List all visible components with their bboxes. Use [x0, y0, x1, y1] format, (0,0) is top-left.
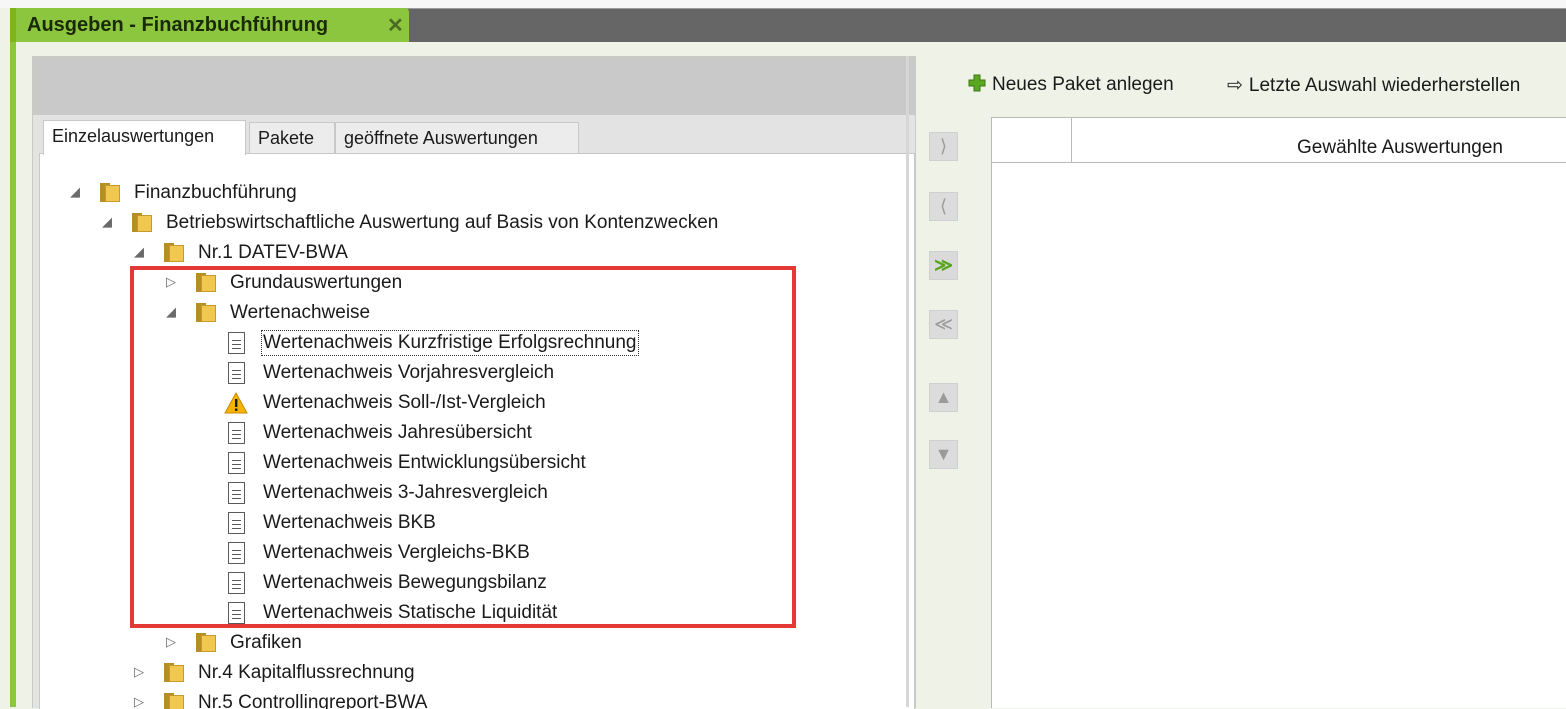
- plus-icon: [968, 74, 986, 96]
- folder-icon: [196, 303, 218, 323]
- arrow-right-icon: ⇨: [1227, 75, 1243, 96]
- tree-leaf-label: Wertenachweis Kurzfristige Erfolgsrechnu…: [261, 330, 639, 356]
- document-icon: [228, 362, 245, 384]
- triangle-up-icon: ▲: [934, 387, 953, 407]
- collapsed-arrow-icon[interactable]: ▷: [134, 665, 148, 679]
- add-all-button[interactable]: ≫: [929, 251, 958, 280]
- panel-splitter[interactable]: [906, 56, 909, 707]
- remove-all-button[interactable]: ≪: [929, 310, 958, 339]
- folder-icon: [196, 633, 218, 653]
- remove-selected-button[interactable]: ⟨: [929, 192, 958, 221]
- chevron-right-icon: ⟩: [939, 136, 948, 156]
- tree-node-label: Wertenachweise: [230, 302, 371, 323]
- tree-leaf-label: Wertenachweis Entwicklungsübersicht: [263, 452, 586, 473]
- tree-leaf-label: Wertenachweis Soll-/Ist-Vergleich: [263, 392, 546, 413]
- restore-selection-label: Letzte Auswahl wiederherstellen: [1248, 75, 1521, 96]
- new-package-label: Neues Paket anlegen: [992, 74, 1174, 95]
- document-icon: [228, 572, 245, 594]
- tree-node-label: Nr.5 Controllingreport-BWA: [198, 692, 428, 709]
- double-chevron-right-icon: ≫: [934, 255, 953, 275]
- folder-icon: [100, 183, 122, 203]
- new-package-button[interactable]: Neues Paket anlegen: [968, 74, 1174, 96]
- close-icon[interactable]: ✕: [387, 13, 404, 38]
- tree-leaf-label: Wertenachweis BKB: [263, 512, 436, 533]
- tree-leaf-label: Wertenachweis Bewegungsbilanz: [263, 572, 547, 593]
- tree-node-label: Grafiken: [230, 632, 302, 653]
- expanded-arrow-icon[interactable]: ◢: [102, 215, 116, 229]
- tree-node-label: Betriebswirtschaftliche Auswertung auf B…: [166, 212, 719, 233]
- restore-selection-button[interactable]: ⇨ Letzte Auswahl wiederherstellen: [1227, 74, 1520, 97]
- grid-header: Gewählte Auswertungen: [992, 118, 1566, 163]
- document-icon: [228, 542, 245, 564]
- window-top-edge: [0, 0, 1566, 8]
- document-icon: [228, 422, 245, 444]
- report-tree: ◢ Finanzbuchführung ◢ Betriebswirtschaft…: [39, 153, 915, 709]
- tab-geoeffnete-auswertungen[interactable]: geöffnete Auswertungen: [335, 122, 579, 154]
- tab-pakete[interactable]: Pakete: [249, 122, 335, 154]
- folder-icon: [164, 243, 186, 263]
- chevron-left-icon: ⟨: [939, 196, 948, 216]
- tree-leaf-label: Wertenachweis 3-Jahresvergleich: [263, 482, 548, 503]
- document-tab-title: Ausgeben - Finanzbuchführung: [27, 14, 329, 36]
- double-chevron-left-icon: ≪: [934, 314, 953, 334]
- move-up-button[interactable]: ▲: [929, 383, 958, 412]
- left-panel: Einzelauswertungen Pakete geöffnete Ausw…: [32, 56, 916, 709]
- selected-reports-grid[interactable]: Gewählte Auswertungen: [991, 117, 1566, 708]
- tree-node-label: Nr.1 DATEV-BWA: [198, 242, 348, 263]
- document-icon: [228, 482, 245, 504]
- triangle-down-icon: ▼: [934, 444, 953, 464]
- document-icon: [228, 452, 245, 474]
- left-panel-header: [33, 57, 915, 115]
- tree-node-label: Grundauswertungen: [230, 272, 403, 293]
- folder-icon: [164, 663, 186, 683]
- collapsed-arrow-icon[interactable]: ▷: [166, 635, 180, 649]
- tab-einzelauswertungen[interactable]: Einzelauswertungen: [43, 120, 246, 155]
- collapsed-arrow-icon[interactable]: ▷: [166, 275, 180, 289]
- folder-icon: [196, 273, 218, 293]
- tree-node-label: Nr.4 Kapitalflussrechnung: [198, 662, 415, 683]
- document-icon: [228, 602, 245, 624]
- add-selected-button[interactable]: ⟩: [929, 132, 958, 161]
- tree-node-label: Finanzbuchführung: [134, 182, 297, 203]
- move-down-button[interactable]: ▼: [929, 440, 958, 469]
- expanded-arrow-icon[interactable]: ◢: [134, 245, 148, 259]
- grid-column-separator[interactable]: [1071, 118, 1072, 162]
- tree-leaf-label: Wertenachweis Jahresübersicht: [263, 422, 532, 443]
- document-icon: [228, 512, 245, 534]
- folder-icon: [132, 213, 154, 233]
- expanded-arrow-icon[interactable]: ◢: [70, 185, 84, 199]
- tree-leaf-label: Wertenachweis Vergleichs-BKB: [263, 542, 530, 563]
- grid-column-header-gewaehlte-auswertungen[interactable]: Gewählte Auswertungen: [1297, 137, 1503, 159]
- warning-icon: [224, 392, 248, 414]
- tree-leaf-label: Wertenachweis Vorjahresvergleich: [263, 362, 555, 383]
- document-icon: [228, 332, 245, 354]
- document-tab[interactable]: Ausgeben - Finanzbuchführung ✕: [16, 8, 409, 42]
- expanded-arrow-icon[interactable]: ◢: [166, 305, 180, 319]
- tree-leaf-label: Wertenachweis Statische Liquidität: [263, 602, 558, 623]
